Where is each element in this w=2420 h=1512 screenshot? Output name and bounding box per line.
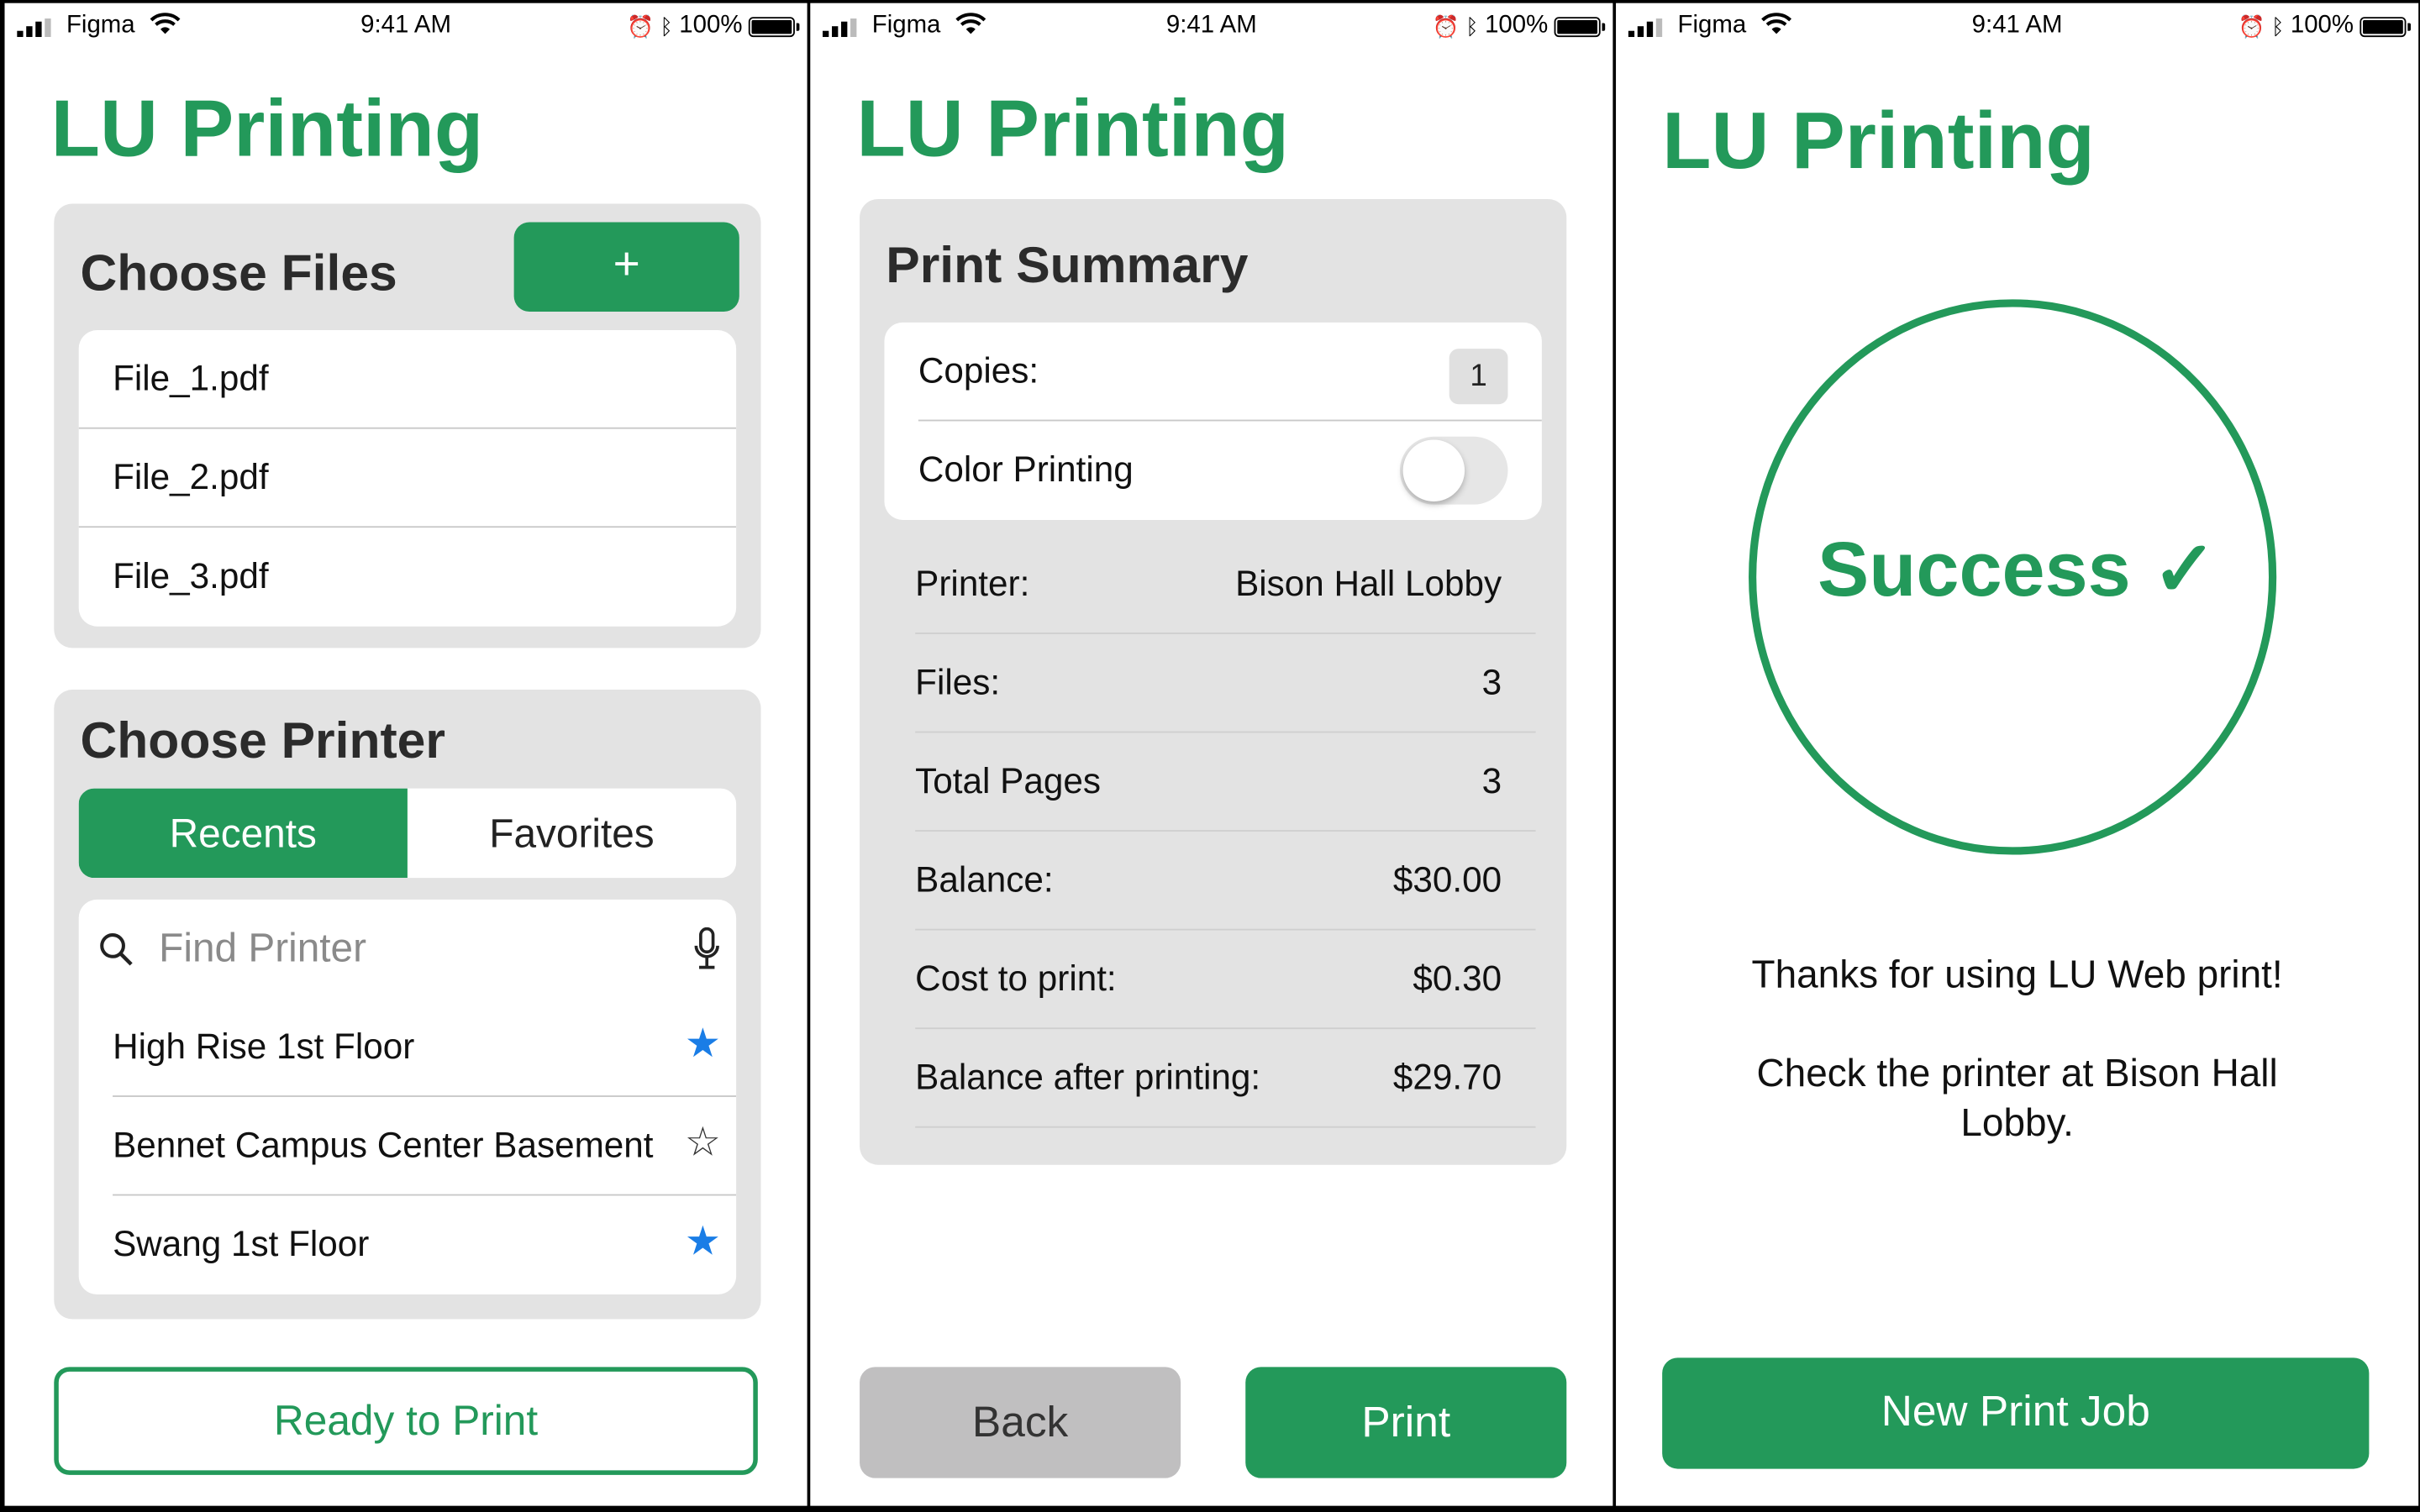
pickup-message-line1: Check the printer at Bison Hall [1756, 1052, 2278, 1096]
summary-row-balance: Balance: $30.00 [915, 832, 1536, 931]
success-message: Success ✓ [1818, 526, 2217, 613]
battery-icon [1554, 16, 1606, 37]
file-item[interactable]: File_2.pdf [78, 429, 737, 528]
file-name: File_2.pdf [113, 456, 269, 497]
battery-icon [2360, 16, 2411, 37]
pickup-message-line2: Lobby. [1960, 1101, 2074, 1145]
battery-percent: 100% [2290, 12, 2354, 39]
ready-to-print-button[interactable]: Ready to Print [54, 1367, 758, 1475]
back-button[interactable]: Back [860, 1367, 1181, 1478]
file-name: File_1.pdf [113, 358, 269, 398]
file-list: File_1.pdf File_2.pdf File_3.pdf [78, 330, 737, 627]
battery-percent: 100% [679, 12, 743, 39]
app-title: LU Printing [1662, 97, 2095, 187]
summary-value: $0.30 [1413, 958, 1502, 999]
alarm-icon: ⏰ [627, 13, 655, 39]
bluetooth-icon: ᛒ [2271, 13, 2285, 39]
bluetooth-icon: ᛒ [1465, 13, 1479, 39]
color-printing-row: Color Printing [884, 421, 1541, 520]
microphone-icon[interactable] [693, 927, 721, 970]
battery-percent: 100% [1485, 12, 1549, 39]
battery-icon [748, 16, 800, 37]
printer-search-bar[interactable]: Find Printer [79, 900, 736, 999]
choose-files-card: Choose Files + File_1.pdf File_2.pdf Fil… [54, 203, 761, 648]
choose-printer-heading: Choose Printer [80, 711, 445, 769]
print-button[interactable]: Print [1245, 1367, 1567, 1478]
file-name: File_3.pdf [113, 555, 269, 596]
status-bar: Figma 9:41 AM ⏰ ᛒ 100% [5, 3, 808, 55]
printer-tab-control: Recents Favorites [78, 788, 737, 879]
print-options-list: Copies: 1 Color Printing [884, 322, 1542, 520]
thanks-message: Thanks for using LU Web print! [1751, 953, 2283, 997]
search-input[interactable]: Find Printer [159, 924, 366, 972]
printer-item[interactable]: Bennet Campus Center Basement ☆ [79, 1097, 737, 1196]
summary-label: Balance after printing: [915, 1057, 1261, 1097]
printer-name: High Rise 1st Floor [113, 1026, 415, 1067]
file-item[interactable]: File_1.pdf [78, 330, 737, 429]
printer-name: Swang 1st Floor [113, 1223, 370, 1264]
copies-row: Copies: 1 [884, 323, 1542, 422]
star-outline-icon[interactable]: ☆ [685, 1119, 721, 1165]
summary-row-files: Files: 3 [915, 634, 1536, 733]
screen-choose-files: Figma 9:41 AM ⏰ ᛒ 100% LU Printing Choos… [4, 3, 808, 1506]
summary-row-total-pages: Total Pages 3 [915, 732, 1536, 832]
star-icon[interactable]: ★ [685, 1020, 721, 1066]
screen-print-summary: Figma 9:41 AM ⏰ ᛒ 100% LU Printing Print… [810, 3, 1613, 1506]
status-bar: Figma 9:41 AM ⏰ ᛒ 100% [810, 3, 1612, 55]
choose-printer-card: Choose Printer Recents Favorites Find Pr… [54, 690, 761, 1320]
summary-label: Total Pages [915, 760, 1101, 801]
choose-files-heading: Choose Files [80, 244, 397, 302]
printer-item[interactable]: Swang 1st Floor ★ [79, 1195, 736, 1294]
print-summary-card: Print Summary Copies: 1 Color Printing P… [860, 198, 1567, 1165]
printer-list: Find Printer High Rise 1st Floor ★ Benne… [78, 899, 737, 1295]
printer-item[interactable]: High Rise 1st Floor ★ [79, 998, 737, 1097]
summary-value: 3 [1481, 661, 1502, 702]
app-title: LU Printing [856, 85, 1290, 175]
search-icon [100, 933, 133, 966]
file-item[interactable]: File_3.pdf [79, 528, 736, 627]
copies-label: Copies: [918, 349, 1039, 391]
summary-value: Bison Hall Lobby [1235, 563, 1502, 604]
summary-value: $29.70 [1392, 1057, 1502, 1097]
star-icon[interactable]: ★ [685, 1217, 721, 1263]
summary-value: $30.00 [1392, 859, 1502, 900]
summary-label: Balance: [915, 859, 1054, 900]
summary-label: Cost to print: [915, 958, 1117, 999]
app-title: LU Printing [50, 85, 484, 175]
summary-value: 3 [1481, 760, 1502, 801]
add-file-button[interactable]: + [513, 222, 739, 312]
summary-label: Printer: [915, 563, 1030, 604]
bluetooth-icon: ᛒ [660, 13, 673, 39]
status-bar: Figma 9:41 AM ⏰ ᛒ 100% [1616, 3, 2418, 55]
print-summary-heading: Print Summary [886, 236, 1249, 293]
summary-row-balance-after: Balance after printing: $29.70 [915, 1029, 1536, 1128]
summary-row-cost: Cost to print: $0.30 [915, 931, 1536, 1030]
tab-favorites[interactable]: Favorites [408, 789, 736, 879]
screen-success: Figma 9:41 AM ⏰ ᛒ 100% LU Printing Succe… [1616, 3, 2419, 1506]
color-printing-label: Color Printing [918, 449, 1134, 490]
summary-label: Files: [915, 661, 1001, 702]
alarm-icon: ⏰ [1432, 13, 1460, 39]
printer-name: Bennet Campus Center Basement [113, 1124, 654, 1165]
tab-recents[interactable]: Recents [78, 788, 408, 879]
color-printing-toggle[interactable] [1399, 436, 1508, 505]
summary-row-printer: Printer: Bison Hall Lobby [915, 535, 1536, 634]
new-print-job-button[interactable]: New Print Job [1662, 1357, 2370, 1469]
copies-stepper[interactable]: 1 [1449, 349, 1508, 405]
alarm-icon: ⏰ [2238, 13, 2265, 39]
